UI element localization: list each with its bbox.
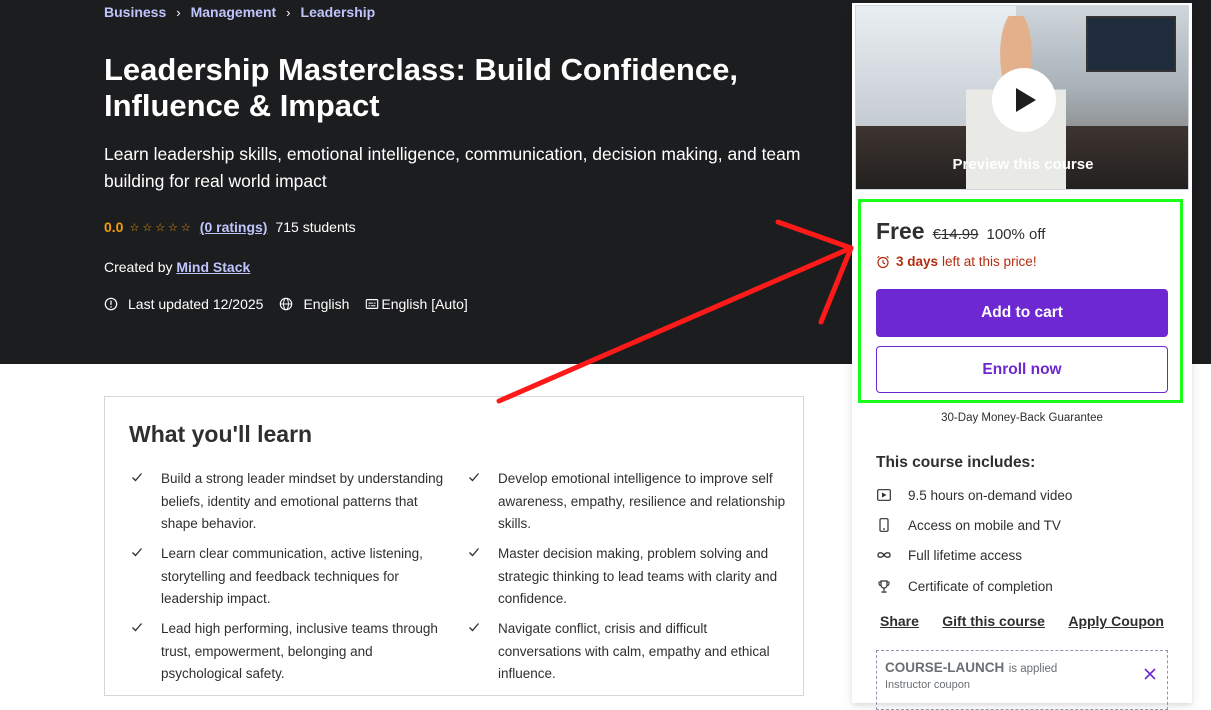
check-icon: [132, 548, 142, 557]
check-icon: [469, 548, 479, 557]
apply-coupon-link[interactable]: Apply Coupon: [1064, 613, 1168, 629]
discount-percent: 100% off: [986, 226, 1046, 243]
applied-coupon: COURSE-LAUNCH is applied Instructor coup…: [876, 650, 1168, 710]
gift-course-link[interactable]: Gift this course: [938, 613, 1049, 629]
sidebar-links: Share Gift this course Apply Coupon: [876, 613, 1168, 629]
coupon-code: COURSE-LAUNCH: [885, 660, 1005, 675]
add-to-cart-button[interactable]: Add to cart: [876, 289, 1168, 337]
ratings-count-link[interactable]: (0 ratings): [200, 219, 268, 235]
alarm-clock-icon: [877, 255, 889, 268]
includes-title: This course includes:: [876, 454, 1036, 471]
course-subtitle: Learn leadership skills, emotional intel…: [104, 144, 801, 191]
video-icon: [876, 487, 892, 503]
closed-captions-icon: [366, 299, 379, 309]
learn-title: What you'll learn: [129, 421, 313, 447]
author-link[interactable]: Mind Stack: [176, 259, 250, 275]
created-by-label: Created by: [104, 259, 173, 275]
learn-item: Navigate conflict, crisis and difficult …: [469, 618, 788, 686]
chevron-right-icon: ›: [286, 4, 291, 20]
language-text: English: [303, 296, 350, 312]
check-icon: [132, 473, 142, 482]
alert-clock-icon: [104, 297, 118, 311]
learn-item: Develop emotional intelligence to improv…: [469, 468, 788, 536]
breadcrumb-management[interactable]: Management: [191, 4, 277, 20]
price-countdown: 3 days left at this price!: [876, 254, 1037, 269]
learn-item: Lead high performing, inclusive teams th…: [132, 618, 451, 686]
include-item-lifetime: Full lifetime access: [876, 547, 1022, 563]
captions-text: English [Auto]: [381, 296, 468, 312]
coupon-subtext: Instructor coupon: [885, 679, 970, 691]
countdown-text: left at this price!: [942, 254, 1037, 269]
learn-item: Master decision making, problem solving …: [469, 543, 788, 611]
captions: English [Auto]: [365, 296, 468, 312]
coupon-applied-text: is applied: [1008, 663, 1058, 675]
learn-item: Learn clear communication, active listen…: [132, 543, 451, 611]
rating-value: 0.0: [104, 219, 124, 235]
last-updated-text: Last updated 12/2025: [128, 296, 264, 312]
check-icon: [469, 473, 479, 482]
check-icon: [132, 623, 142, 632]
purchase-sidebar: Preview this course Free €14.99 100% off…: [852, 3, 1192, 710]
include-item-video: 9.5 hours on-demand video: [876, 487, 1072, 503]
last-updated: Last updated 12/2025: [104, 296, 263, 312]
play-icon: [1016, 88, 1036, 112]
share-link[interactable]: Share: [876, 613, 923, 629]
course-meta: Last updated 12/2025 English English [Au…: [104, 296, 484, 312]
include-item-certificate: Certificate of completion: [876, 578, 1053, 594]
price-row: Free €14.99 100% off: [876, 218, 1045, 245]
check-icon: [469, 623, 479, 632]
course-title: Leadership Masterclass: Build Confidence…: [104, 52, 738, 123]
what-youll-learn: What you'll learn Build a strong leader …: [104, 396, 804, 696]
close-icon[interactable]: [1143, 667, 1157, 681]
enroll-now-button[interactable]: Enroll now: [876, 346, 1168, 393]
course-preview[interactable]: Preview this course: [855, 5, 1189, 190]
original-price: €14.99: [932, 226, 979, 243]
money-back-guarantee: 30-Day Money-Back Guarantee: [941, 412, 1103, 424]
play-button[interactable]: [992, 68, 1056, 132]
globe-icon: [280, 297, 293, 311]
infinity-icon: [876, 547, 892, 563]
created-by: Created by Mind Stack: [104, 259, 250, 275]
mobile-icon: [876, 517, 892, 533]
language: English: [279, 296, 349, 312]
students-count: 715 students: [275, 219, 356, 235]
breadcrumb: Business › Management › Leadership: [104, 4, 375, 20]
trophy-icon: [876, 578, 892, 594]
breadcrumb-leadership[interactable]: Leadership: [301, 4, 376, 20]
countdown-days: 3 days: [896, 254, 939, 269]
rating-row: 0.0 ☆☆☆☆☆ (0 ratings) 715 students: [104, 219, 356, 235]
preview-wall-screen: [1086, 16, 1176, 72]
preview-course-label[interactable]: Preview this course: [856, 156, 1188, 173]
star-rating-icon: ☆☆☆☆☆: [129, 221, 194, 234]
current-price: Free: [876, 218, 925, 244]
breadcrumb-business[interactable]: Business: [104, 4, 166, 20]
chevron-right-icon: ›: [176, 4, 181, 20]
include-item-mobile: Access on mobile and TV: [876, 517, 1061, 533]
learn-item: Build a strong leader mindset by underst…: [132, 468, 451, 536]
